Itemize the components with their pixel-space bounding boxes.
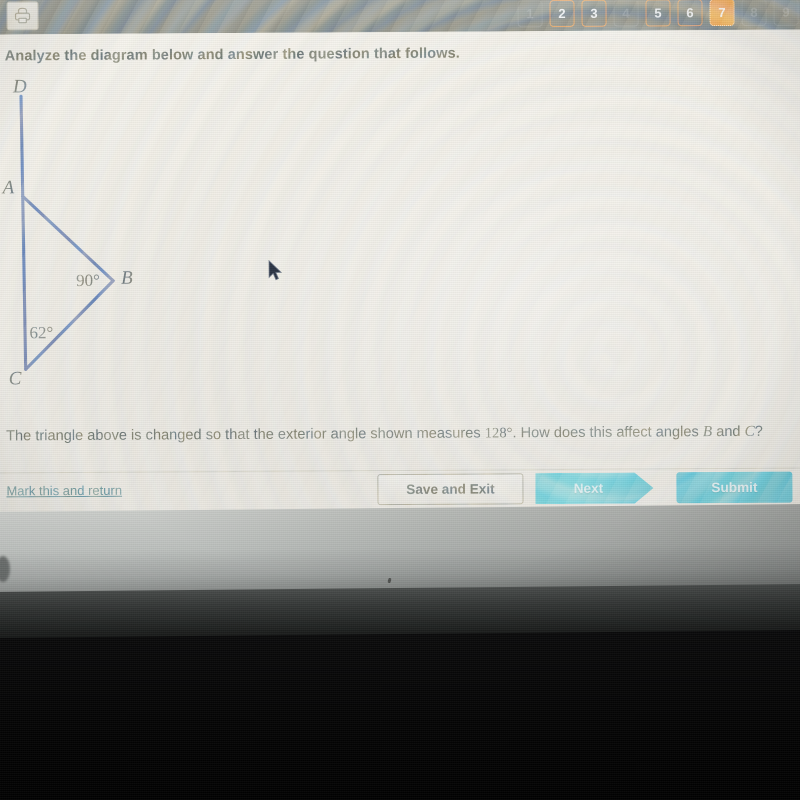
question-text-end: ?	[754, 423, 763, 440]
question-angle-b: B	[702, 423, 713, 441]
submit-button[interactable]: Submit	[676, 471, 793, 504]
next-button[interactable]: Next	[535, 472, 653, 504]
question-text: The triangle above is changed so that th…	[6, 422, 800, 446]
triangle-diagram: D A B C 90° 62°	[0, 73, 315, 415]
question-text-part1: The triangle above is changed so that th…	[6, 425, 485, 445]
question-angle-c: C	[744, 422, 755, 440]
question-button-4[interactable]: 4	[613, 0, 639, 27]
segment-dc	[19, 94, 28, 371]
question-button-8[interactable]: 8	[741, 0, 767, 26]
triangle-figure	[19, 94, 115, 371]
question-sheet: Analyze the diagram below and answer the…	[0, 29, 800, 517]
page-title: Analyze the diagram below and answer the…	[4, 45, 460, 65]
printer-icon	[13, 7, 31, 24]
vertex-label-c: C	[8, 368, 22, 390]
mouse-cursor-icon	[268, 259, 283, 287]
angle-label-c: 62°	[29, 323, 54, 343]
vertex-label-a: A	[2, 177, 15, 199]
question-button-9[interactable]: 9	[773, 0, 799, 26]
question-button-2[interactable]: 2	[549, 0, 575, 27]
laptop-screen: 1 2 3 4 5 6 7 8 9 Analyze the diagram be…	[0, 0, 800, 517]
question-button-7[interactable]: 7	[709, 0, 735, 26]
question-text-and: and	[712, 423, 745, 441]
mark-and-return-link[interactable]: Mark this and return	[6, 483, 122, 499]
angle-label-b: 90°	[76, 270, 101, 290]
question-button-6[interactable]: 6	[677, 0, 703, 26]
question-navigator[interactable]: 1 2 3 4 5 6 7 8 9	[517, 0, 799, 31]
vertex-label-b: B	[121, 267, 133, 289]
save-and-exit-button[interactable]: Save and Exit	[377, 473, 524, 506]
question-button-5[interactable]: 5	[645, 0, 671, 26]
question-button-3[interactable]: 3	[581, 0, 607, 27]
vertex-label-d: D	[12, 76, 27, 98]
question-text-part2: . How does this affect angles	[512, 424, 703, 442]
question-measure: 128°	[484, 425, 513, 442]
question-button-1[interactable]: 1	[517, 0, 543, 27]
photo-of-screen: 1 2 3 4 5 6 7 8 9 Analyze the diagram be…	[0, 0, 800, 800]
laptop-bezel-edge	[0, 584, 800, 638]
print-button[interactable]	[6, 1, 39, 31]
segment-ab	[21, 194, 115, 283]
